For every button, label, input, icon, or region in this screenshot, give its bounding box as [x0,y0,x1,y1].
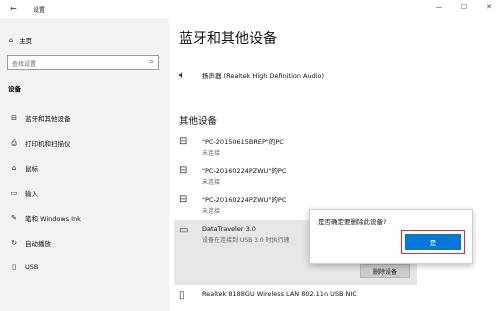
device-item[interactable]: ⊟ "PC-20160224PZWU"的PC 未连接 [179,165,286,186]
page-title: 蓝牙和其他设备 [179,31,277,47]
device-name: Realtek 8188GU Wireless LAN 802.11n USB … [202,290,357,298]
sidebar-item-label: 蓝牙和其他设备 [25,115,71,123]
wireless-device[interactable]: ▯ Realtek 8188GU Wireless LAN 802.11n US… [179,290,357,301]
title-bar: ← 设置 — ☐ ✕ [0,0,500,18]
minimize-icon[interactable]: — [434,3,444,11]
mouse-icon: ⌂ [11,164,17,172]
usb-icon: ▯ [12,263,16,271]
home-icon: ⌂ [9,36,14,44]
device-status: 未连接 [202,179,221,186]
main-content: 蓝牙和其他设备 🔈︎ 扬声器 (Realtek High Definition … [169,18,500,311]
speaker-icon: 🔈︎ [179,70,185,81]
sidebar-item-bluetooth[interactable]: ⊟ 蓝牙和其他设备 [8,113,71,123]
sidebar-item-mouse[interactable]: ⌂ 鼠标 [8,163,38,173]
device-item[interactable]: ⊟ "PC-20150615BREP"的PC 未连接 [179,136,284,157]
sidebar-item-label: 打印机和扫描仪 [25,140,71,148]
device-item[interactable]: ⊟ "PC-20160224PZWU"的PC 未连接 [179,194,286,215]
printer-icon: ⎙ [11,138,17,147]
sidebar-item-label: 自动播放 [25,240,51,248]
search-placeholder: 查找设置 [12,61,37,68]
sidebar-item-autoplay[interactable]: ↻ 自动播放 [8,238,51,248]
device-name: "PC-20150615BREP"的PC [202,138,284,146]
back-arrow-icon[interactable]: ← [10,4,17,13]
sidebar-item-label: 鼠标 [25,165,38,173]
close-icon[interactable]: ✕ [484,3,494,11]
device-name: 扬声器 (Realtek High Definition Audio) [202,72,325,80]
sidebar-item-pen[interactable]: ✎ 笔和 Windows Ink [8,213,81,223]
device-name: "PC-20160224PZWU"的PC [202,167,287,175]
highlight-box: 是 [401,230,465,254]
home-label: 主页 [19,37,33,45]
device-status: 未连接 [202,150,221,157]
sidebar-item-label: 笔和 Windows Ink [25,215,81,223]
pc-icon: ⊟ [179,194,188,205]
usb-adapter-icon: ▯ [179,290,185,301]
confirm-dialog: 是否确定要删除此设备? 是 [309,209,473,264]
pc-icon: ⊟ [179,165,188,176]
usb-drive-icon: ▭ [179,225,189,236]
sidebar-item-usb[interactable]: ▯ USB [8,263,38,271]
remove-device-button[interactable]: 删除设备 [360,264,410,278]
search-box[interactable]: 查找设置 ⌕ [7,55,159,70]
selected-device[interactable]: ▭ DataTraveler 3.0 设备在连接到 USB 3.0 时执行速 [179,225,290,244]
keyboard-icon: ▭ [10,189,18,197]
sidebar-item-label: 输入 [25,190,38,198]
maximize-icon[interactable]: ☐ [459,3,469,11]
window-title: 设置 [33,7,46,14]
confirm-question: 是否确定要删除此设备? [318,218,387,226]
device-name: DataTraveler 3.0 [202,225,256,233]
sidebar-item-label: USB [25,263,39,271]
other-devices-title: 其他设备 [179,116,218,127]
speaker-device[interactable]: 🔈︎ 扬声器 (Realtek High Definition Audio) [179,70,324,81]
autoplay-icon: ↻ [11,239,17,247]
sidebar-item-typing[interactable]: ▭ 输入 [8,188,38,198]
device-name: "PC-20160224PZWU"的PC [202,196,287,204]
yes-button[interactable]: 是 [405,234,461,250]
sidebar-home[interactable]: ⌂ 主页 [9,35,32,45]
device-status: 未连接 [202,208,221,215]
bluetooth-icon: ⊟ [11,114,17,122]
pc-icon: ⊟ [179,136,188,147]
section-title: 设备 [8,85,21,93]
search-icon[interactable]: ⌕ [150,57,154,67]
sidebar: ⌂ 主页 查找设置 ⌕ 设备 ⊟ 蓝牙和其他设备 ⎙ 打印机和扫描仪 ⌂ 鼠标 … [0,18,169,311]
device-status: 设备在连接到 USB 3.0 时执行速 [202,237,290,244]
pen-icon: ✎ [11,214,17,222]
sidebar-item-printers[interactable]: ⎙ 打印机和扫描仪 [8,138,71,149]
